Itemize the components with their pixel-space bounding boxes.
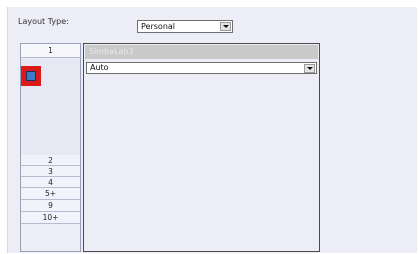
- chevron-down-icon[interactable]: [220, 22, 231, 31]
- tab-2[interactable]: 2: [21, 155, 80, 166]
- color-swatch-button[interactable]: [21, 66, 41, 86]
- layout-type-select[interactable]: Personal: [137, 20, 233, 33]
- content-panel: SimbaLab3 Auto: [83, 43, 320, 252]
- tab-10-plus[interactable]: 10+: [21, 212, 80, 224]
- auto-select[interactable]: Auto: [86, 62, 317, 74]
- tab-3[interactable]: 3: [21, 166, 80, 177]
- tab-4[interactable]: 4: [21, 177, 80, 188]
- chevron-down-icon[interactable]: [304, 64, 315, 73]
- tab-1[interactable]: 1: [21, 44, 80, 58]
- layout-type-label: Layout Type:: [18, 17, 69, 26]
- tab-5-plus[interactable]: 5+: [21, 188, 80, 200]
- content-header-label: SimbaLab3: [89, 47, 134, 56]
- color-swatch-icon: [26, 71, 36, 81]
- content-header: SimbaLab3: [85, 45, 318, 59]
- tab-9[interactable]: 9: [21, 200, 80, 212]
- auto-select-value: Auto: [90, 63, 109, 72]
- layout-type-value: Personal: [141, 22, 176, 31]
